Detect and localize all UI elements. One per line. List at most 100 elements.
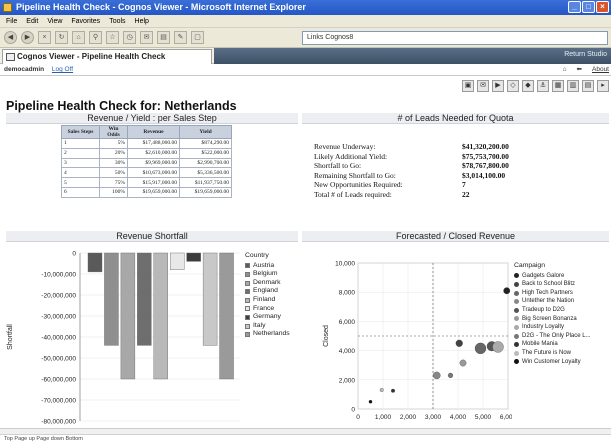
col-revenue: Revenue	[127, 125, 180, 139]
country-legend: Country Austria Belgium Denmark England Finla…	[245, 252, 290, 339]
leads-value: $41,320,200.00	[462, 142, 509, 151]
y-tick-label: 4,000	[339, 348, 356, 355]
leads-value: $78,767,800.00	[462, 161, 509, 171]
stop-icon[interactable]: ×	[38, 31, 51, 44]
legend-label: England	[253, 287, 278, 295]
tab-cognos-viewer[interactable]: Cognos Viewer - Pipeline Health Check	[2, 49, 212, 64]
col-sales-steps: Sales Steps	[61, 125, 100, 139]
bar-italy	[202, 252, 218, 346]
menu-file[interactable]: File	[6, 15, 17, 27]
menu-edit[interactable]: Edit	[26, 15, 38, 27]
close-button[interactable]: ×	[596, 1, 609, 13]
cell-revenue: $15,917,000.00	[127, 177, 180, 188]
x-tick-label: 4,000	[450, 414, 467, 421]
leads-value: $3,014,100.00	[462, 170, 506, 180]
related-links-icon[interactable]: ⚓	[537, 80, 549, 92]
cell-revenue: $17,488,000.00	[127, 138, 180, 149]
legend-swatch	[245, 263, 250, 269]
drill-up-icon[interactable]: ◆	[522, 80, 534, 92]
return-studio-link[interactable]: Return Studio	[564, 51, 607, 58]
y-tick-label: -60,000,000	[41, 377, 76, 384]
chart-type-icon[interactable]: ▥	[567, 80, 579, 92]
menu-view[interactable]: View	[47, 15, 62, 27]
x-tick-label: 2,000	[400, 414, 417, 421]
legend-swatch	[245, 314, 250, 320]
email-icon[interactable]: ✉	[477, 80, 489, 92]
legend-swatch	[245, 323, 250, 329]
back-arrow-icon[interactable]: ⬅	[577, 64, 582, 76]
legend-item: Win Customer Loyalty	[514, 358, 591, 367]
links-bar[interactable]: Links Cognos8	[302, 31, 608, 45]
leads-value: 22	[462, 189, 470, 199]
bar-england	[137, 252, 152, 346]
cell-odds: 20%	[99, 147, 128, 159]
refresh-icon[interactable]: ↻	[55, 31, 68, 44]
legend-marker	[514, 281, 519, 287]
more-icon[interactable]: ▸	[597, 80, 609, 92]
back-icon[interactable]: ◀	[4, 31, 17, 44]
search-icon[interactable]: ⚲	[89, 31, 102, 44]
discuss-icon[interactable]: ▢	[191, 31, 204, 44]
home-icon[interactable]: ⌂	[563, 64, 567, 76]
bar-germany	[186, 252, 201, 262]
leads-row: Revenue Underway: $41,320,200.00	[314, 142, 509, 152]
y-tick-label: -10,000,000	[41, 272, 76, 279]
y-tick-label: -40,000,000	[41, 335, 76, 342]
menu-tools[interactable]: Tools	[109, 15, 125, 27]
scatter-point	[455, 339, 463, 347]
legend-label: Austria	[253, 261, 275, 269]
cell-step: 6	[61, 186, 100, 198]
legend-swatch	[245, 332, 250, 338]
legend-label: Industry Loyalty	[522, 324, 565, 331]
table-row: 3 30% $9,969,000.00 $2,990,700.00	[61, 157, 232, 169]
run-icon[interactable]: ▶	[492, 80, 504, 92]
y-tick-label: -30,000,000	[41, 314, 76, 321]
legend-label: Finland	[253, 295, 276, 303]
print-icon[interactable]: ▤	[157, 31, 170, 44]
minimize-button[interactable]: _	[568, 1, 581, 13]
home-icon[interactable]: ⌂	[72, 31, 85, 44]
y-tick-label: -70,000,000	[41, 398, 76, 405]
forward-icon[interactable]: ▶	[21, 31, 34, 44]
leads-value: 7	[462, 180, 466, 190]
legend-label: Italy	[253, 321, 266, 329]
cell-yield: $5,336,500.00	[179, 167, 232, 179]
col-win-odds: Win Odds	[99, 125, 128, 139]
watch-rules-icon[interactable]: ▤	[582, 80, 594, 92]
legend-marker	[514, 307, 519, 313]
legend-item: Gadgets Galore	[514, 272, 591, 281]
legend-swatch	[245, 280, 250, 286]
menu-help[interactable]: Help	[135, 15, 149, 27]
x-tick-label: 3,000	[425, 414, 442, 421]
history-icon[interactable]: ◷	[123, 31, 136, 44]
section-revenue-shortfall: Revenue Shortfall	[6, 231, 298, 242]
cell-odds: 75%	[99, 177, 128, 188]
bar-netherlands	[219, 252, 234, 380]
leads-row: Likely Additional Yield: $75,753,700.00	[314, 152, 509, 162]
output-format-icon[interactable]: ▦	[552, 80, 564, 92]
legend-title: Country	[245, 252, 269, 259]
favorites-icon[interactable]: ☆	[106, 31, 119, 44]
cell-yield: $11,937,750.00	[179, 177, 232, 188]
logoff-link[interactable]: Log Off	[52, 66, 73, 73]
y-tick-label: 0	[72, 251, 76, 258]
legend-marker	[514, 324, 519, 330]
x-tick-label: 1,000	[375, 414, 392, 421]
drill-down-icon[interactable]: ◇	[507, 80, 519, 92]
save-icon[interactable]: ▣	[462, 80, 474, 92]
maximize-button[interactable]: □	[582, 1, 595, 13]
scatter-point	[474, 342, 487, 355]
legend-item: Netherlands	[245, 330, 290, 339]
about-link[interactable]: About	[592, 64, 609, 76]
edit-icon[interactable]: ✎	[174, 31, 187, 44]
legend-marker	[514, 316, 519, 322]
bar-denmark	[120, 252, 136, 380]
leads-summary: Revenue Underway: $41,320,200.00 Likely A…	[314, 142, 509, 200]
mail-icon[interactable]: ✉	[140, 31, 153, 44]
leads-label: New Opportunities Required:	[314, 180, 403, 190]
menu-favorites[interactable]: Favorites	[71, 15, 100, 27]
scatter-point	[447, 372, 454, 378]
legend-item: Italy	[245, 322, 290, 331]
legend-label: Untether the Nation	[522, 298, 575, 305]
cell-odds: 50%	[99, 167, 128, 179]
